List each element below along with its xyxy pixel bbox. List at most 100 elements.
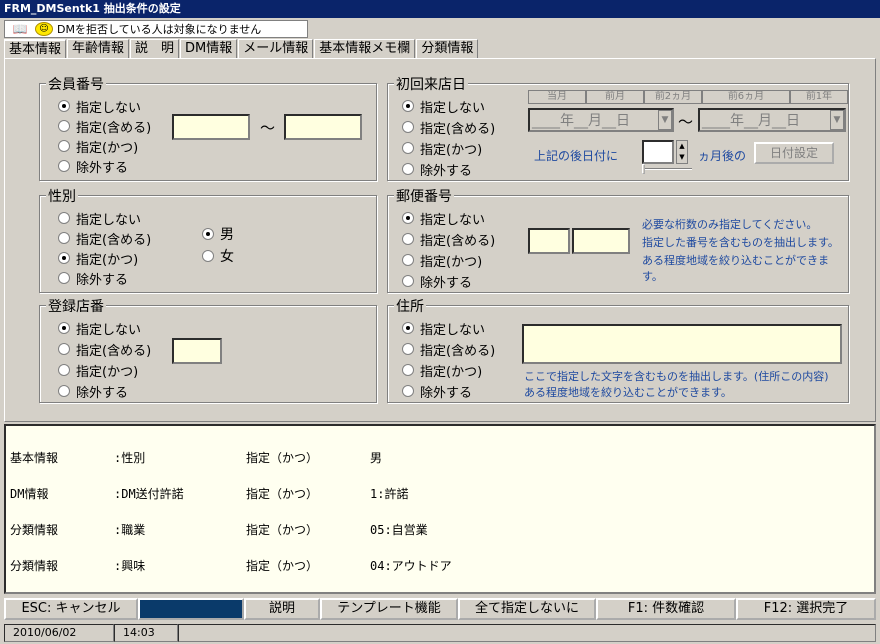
address-input[interactable] bbox=[522, 324, 842, 364]
radio-include[interactable]: 指定(含める) bbox=[402, 339, 495, 359]
f12-complete-button[interactable]: F12: 選択完了 bbox=[736, 598, 876, 620]
radio-include[interactable]: 指定(含める) bbox=[402, 117, 495, 137]
radio-exclude[interactable]: 除外する bbox=[402, 381, 472, 401]
group-title: 郵便番号 bbox=[394, 186, 454, 206]
status-empty bbox=[178, 624, 876, 642]
dropdown-arrow-icon[interactable]: ▼ bbox=[830, 110, 844, 130]
radio-exclude[interactable]: 除外する bbox=[402, 271, 472, 291]
radio-icon bbox=[402, 275, 414, 287]
radio-include[interactable]: 指定(含める) bbox=[58, 228, 151, 248]
preset-last-month[interactable]: 前月 bbox=[586, 90, 644, 104]
status-bar: 2010/06/02 14:03 bbox=[4, 624, 876, 642]
condition-summary-list[interactable]: 基本情報:性別 指定（かつ）男 DM情報:DM送付許諾 指定（かつ） 1:許諾 分類情… bbox=[4, 424, 876, 594]
radio-male[interactable]: 男 bbox=[202, 224, 234, 244]
radio-not-specified[interactable]: 指定しない bbox=[402, 208, 485, 228]
smiley-icon: ☺ bbox=[35, 22, 53, 36]
months-after-label: ヵ月後の bbox=[698, 149, 747, 163]
radio-and[interactable]: 指定(かつ) bbox=[402, 250, 482, 270]
radio-exclude[interactable]: 除外する bbox=[58, 156, 128, 176]
slider-track[interactable] bbox=[642, 168, 692, 170]
radio-and[interactable]: 指定(かつ) bbox=[58, 248, 138, 268]
radio-icon bbox=[402, 364, 414, 376]
radio-female[interactable]: 女 bbox=[202, 246, 234, 266]
status-time: 14:03 bbox=[114, 624, 178, 642]
f1-count-button[interactable]: F1: 件数確認 bbox=[596, 598, 736, 620]
group-member-no: 会員番号 指定しない 指定(含める) 指定(かつ) 除外する ～ bbox=[39, 74, 377, 181]
radio-icon bbox=[402, 121, 414, 133]
radio-and[interactable]: 指定(かつ) bbox=[402, 138, 482, 158]
tab-bar: 基本情報 年齢情報 説 明 DM情報 メール情報 基本情報メモ欄 分類情報 bbox=[4, 39, 479, 59]
group-gender: 性別 指定しない 指定(含める) 指定(かつ) 除外する 男 女 bbox=[39, 186, 377, 293]
clear-all-button[interactable]: 全て指定しないに bbox=[458, 598, 596, 620]
later-label: 上記の後日付に bbox=[534, 149, 619, 163]
radio-not-specified[interactable]: 指定しない bbox=[58, 318, 141, 338]
radio-icon bbox=[202, 228, 214, 240]
radio-include[interactable]: 指定(含める) bbox=[58, 339, 151, 359]
tab-category[interactable]: 分類情報 bbox=[416, 39, 479, 58]
blank-key-button[interactable] bbox=[138, 598, 244, 620]
radio-not-specified[interactable]: 指定しない bbox=[402, 318, 485, 338]
tab-memo[interactable]: 基本情報メモ欄 bbox=[314, 39, 416, 58]
group-address: 住所 指定しない 指定(含める) 指定(かつ) 除外する ここで指定した文字を含… bbox=[387, 296, 849, 403]
postal-code-second-input[interactable] bbox=[572, 228, 630, 254]
tab-panel: 会員番号 指定しない 指定(含める) 指定(かつ) 除外する ～ 初回来店日 指… bbox=[4, 58, 876, 422]
months-after-input[interactable] bbox=[642, 140, 674, 164]
tab-basic[interactable]: 基本情報 bbox=[4, 39, 67, 59]
radio-exclude[interactable]: 除外する bbox=[58, 381, 128, 401]
radio-icon bbox=[402, 254, 414, 266]
status-date: 2010/06/02 bbox=[4, 624, 114, 642]
radio-icon bbox=[402, 385, 414, 397]
group-title: 住所 bbox=[394, 296, 426, 316]
radio-icon bbox=[402, 343, 414, 355]
radio-icon bbox=[58, 343, 70, 355]
preset-6-months[interactable]: 前6ヵ月 bbox=[702, 90, 790, 104]
radio-not-specified[interactable]: 指定しない bbox=[58, 208, 141, 228]
group-first-visit: 初回来店日 指定しない 指定(含める) 指定(かつ) 除外する 当月 前月 前2… bbox=[387, 74, 849, 181]
radio-icon bbox=[402, 212, 414, 224]
tab-dm[interactable]: DM情報 bbox=[180, 39, 238, 58]
member-no-to-input[interactable] bbox=[284, 114, 362, 140]
group-title: 会員番号 bbox=[46, 74, 106, 94]
address-note-line-2: ある程度地域を絞り込むことができます。 bbox=[524, 386, 732, 399]
preset-2-months[interactable]: 前2ヵ月 bbox=[644, 90, 702, 104]
radio-include[interactable]: 指定(含める) bbox=[58, 116, 151, 136]
tab-age[interactable]: 年齢情報 bbox=[67, 39, 130, 58]
radio-icon bbox=[402, 322, 414, 334]
radio-and[interactable]: 指定(かつ) bbox=[402, 360, 482, 380]
function-key-bar: ESC: キャンセル 説明 テンプレート機能 全て指定しないに F1: 件数確認… bbox=[4, 598, 876, 620]
window-title: FRM_DMSentk1 抽出条件の設定 bbox=[0, 0, 880, 18]
explanation-button[interactable]: 説明 bbox=[244, 598, 320, 620]
slider-handle[interactable] bbox=[642, 164, 645, 174]
postal-code-first-input[interactable] bbox=[528, 228, 570, 254]
tab-mail[interactable]: メール情報 bbox=[238, 39, 314, 58]
radio-icon bbox=[58, 364, 70, 376]
radio-icon bbox=[58, 252, 70, 264]
group-title: 登録店番 bbox=[46, 296, 106, 316]
book-icon[interactable]: 📖 bbox=[5, 21, 35, 37]
radio-icon bbox=[58, 212, 70, 224]
notice-bar: 📖 ☺ DMを拒否している人は対象になりません bbox=[4, 20, 308, 38]
esc-cancel-button[interactable]: ESC: キャンセル bbox=[4, 598, 138, 620]
radio-exclude[interactable]: 除外する bbox=[58, 268, 128, 288]
range-tilde: ～ bbox=[678, 113, 694, 131]
radio-not-specified[interactable]: 指定しない bbox=[58, 96, 141, 116]
store-no-input[interactable] bbox=[172, 338, 222, 364]
radio-not-specified[interactable]: 指定しない bbox=[402, 96, 485, 116]
preset-1-year[interactable]: 前1年 bbox=[790, 90, 848, 104]
tab-explanation[interactable]: 説 明 bbox=[130, 39, 180, 58]
radio-and[interactable]: 指定(かつ) bbox=[58, 360, 138, 380]
radio-and[interactable]: 指定(かつ) bbox=[58, 136, 138, 156]
radio-icon bbox=[402, 233, 414, 245]
spin-arrows-icon[interactable]: ▲ ▼ bbox=[676, 140, 688, 164]
dropdown-arrow-icon[interactable]: ▼ bbox=[658, 110, 672, 130]
radio-exclude[interactable]: 除外する bbox=[402, 159, 472, 179]
member-no-from-input[interactable] bbox=[172, 114, 250, 140]
radio-icon bbox=[58, 232, 70, 244]
template-button[interactable]: テンプレート機能 bbox=[320, 598, 458, 620]
set-date-button[interactable]: 日付設定 bbox=[754, 142, 834, 164]
radio-include[interactable]: 指定(含める) bbox=[402, 229, 495, 249]
date-to-input[interactable]: ____年__月__日 ▼ bbox=[698, 108, 846, 132]
preset-this-month[interactable]: 当月 bbox=[528, 90, 586, 104]
date-from-input[interactable]: ____年__月__日 ▼ bbox=[528, 108, 674, 132]
group-postal-code: 郵便番号 指定しない 指定(含める) 指定(かつ) 除外する 必要な桁数のみ指定… bbox=[387, 186, 849, 293]
